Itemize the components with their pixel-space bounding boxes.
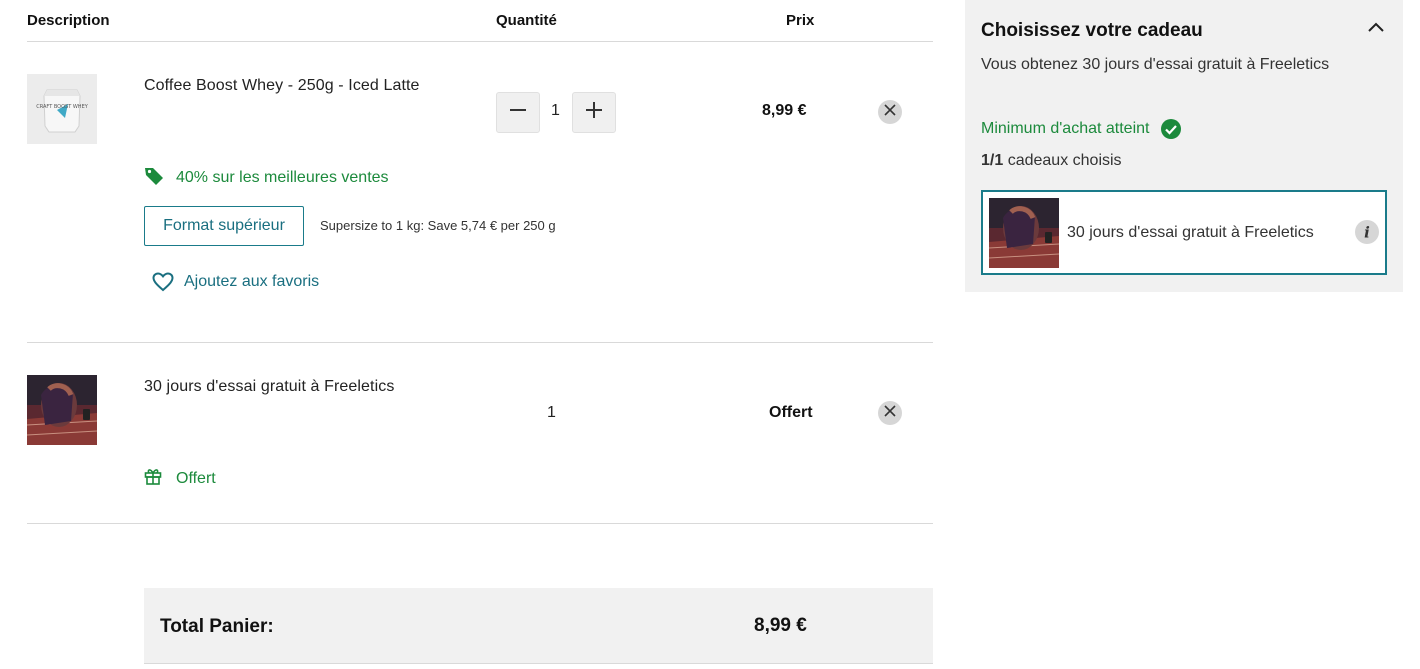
heart-icon[interactable] <box>152 272 174 297</box>
svg-text:i: i <box>1364 224 1370 242</box>
gift-name: 30 jours d'essai gratuit à Freeletics <box>1067 224 1314 241</box>
total-value: 8,99 € <box>754 615 807 636</box>
item-title[interactable]: 30 jours d'essai gratuit à Freeletics <box>144 378 394 396</box>
gift-image <box>989 198 1059 268</box>
gift-panel-title: Choisissez votre cadeau <box>981 20 1203 41</box>
gifts-chosen-count: 1/1 <box>981 152 1004 169</box>
close-icon <box>884 404 896 422</box>
gift-icon <box>144 467 162 490</box>
remove-item-button[interactable] <box>878 401 902 425</box>
minimum-reached-text: Minimum d'achat atteint <box>981 120 1150 137</box>
info-icon[interactable]: i <box>1355 220 1379 249</box>
cart-total-box: Total Panier: 8,99 € <box>144 588 933 664</box>
add-to-favorites-link[interactable]: Ajoutez aux favoris <box>184 273 319 291</box>
decrease-quantity-button[interactable] <box>496 92 540 133</box>
remove-item-button[interactable] <box>878 100 902 124</box>
gift-panel: Choisissez votre cadeau Vous obtenez 30 … <box>965 0 1403 292</box>
pouch-label: CRAFT BOOST WHEY <box>36 104 89 110</box>
increase-quantity-button[interactable] <box>572 92 616 133</box>
header-description: Description <box>27 12 110 29</box>
minus-icon <box>509 101 527 124</box>
header-divider <box>27 41 933 42</box>
header-quantity: Quantité <box>496 12 557 29</box>
item-price: 8,99 € <box>762 102 807 119</box>
gifts-chosen-status: 1/1 cadeaux choisis <box>981 152 1122 170</box>
item-divider <box>27 342 933 343</box>
item-price: Offert <box>769 404 813 421</box>
tag-icon <box>144 166 164 191</box>
gifts-chosen-text: cadeaux choisis <box>1007 152 1122 169</box>
quantity-value[interactable]: 1 <box>551 102 560 120</box>
gift-panel-subtitle: Vous obtenez 30 jours d'essai gratuit à … <box>981 56 1330 73</box>
upgrade-format-button[interactable]: Format supérieur <box>144 206 304 246</box>
selected-gift-card[interactable]: 30 jours d'essai gratuit à Freeletics i <box>981 190 1387 275</box>
gift-label: Offert <box>176 470 216 487</box>
item-title[interactable]: Coffee Boost Whey - 250g - Iced Latte <box>144 77 420 95</box>
promo-text: 40% sur les meilleures ventes <box>176 169 389 186</box>
product-image-whey[interactable]: CRAFT BOOST WHEY <box>27 74 97 144</box>
quantity-value: 1 <box>547 404 556 421</box>
item-divider <box>27 523 933 524</box>
check-circle-icon <box>1161 119 1181 144</box>
chevron-up-icon[interactable] <box>1367 20 1385 39</box>
header-price: Prix <box>786 12 815 29</box>
close-icon <box>884 103 896 121</box>
supersize-note: Supersize to 1 kg: Save 5,74 € per 250 g <box>320 218 556 233</box>
plus-icon <box>585 101 603 124</box>
total-label: Total Panier: <box>160 616 274 637</box>
product-image-freeletics[interactable] <box>27 375 97 445</box>
